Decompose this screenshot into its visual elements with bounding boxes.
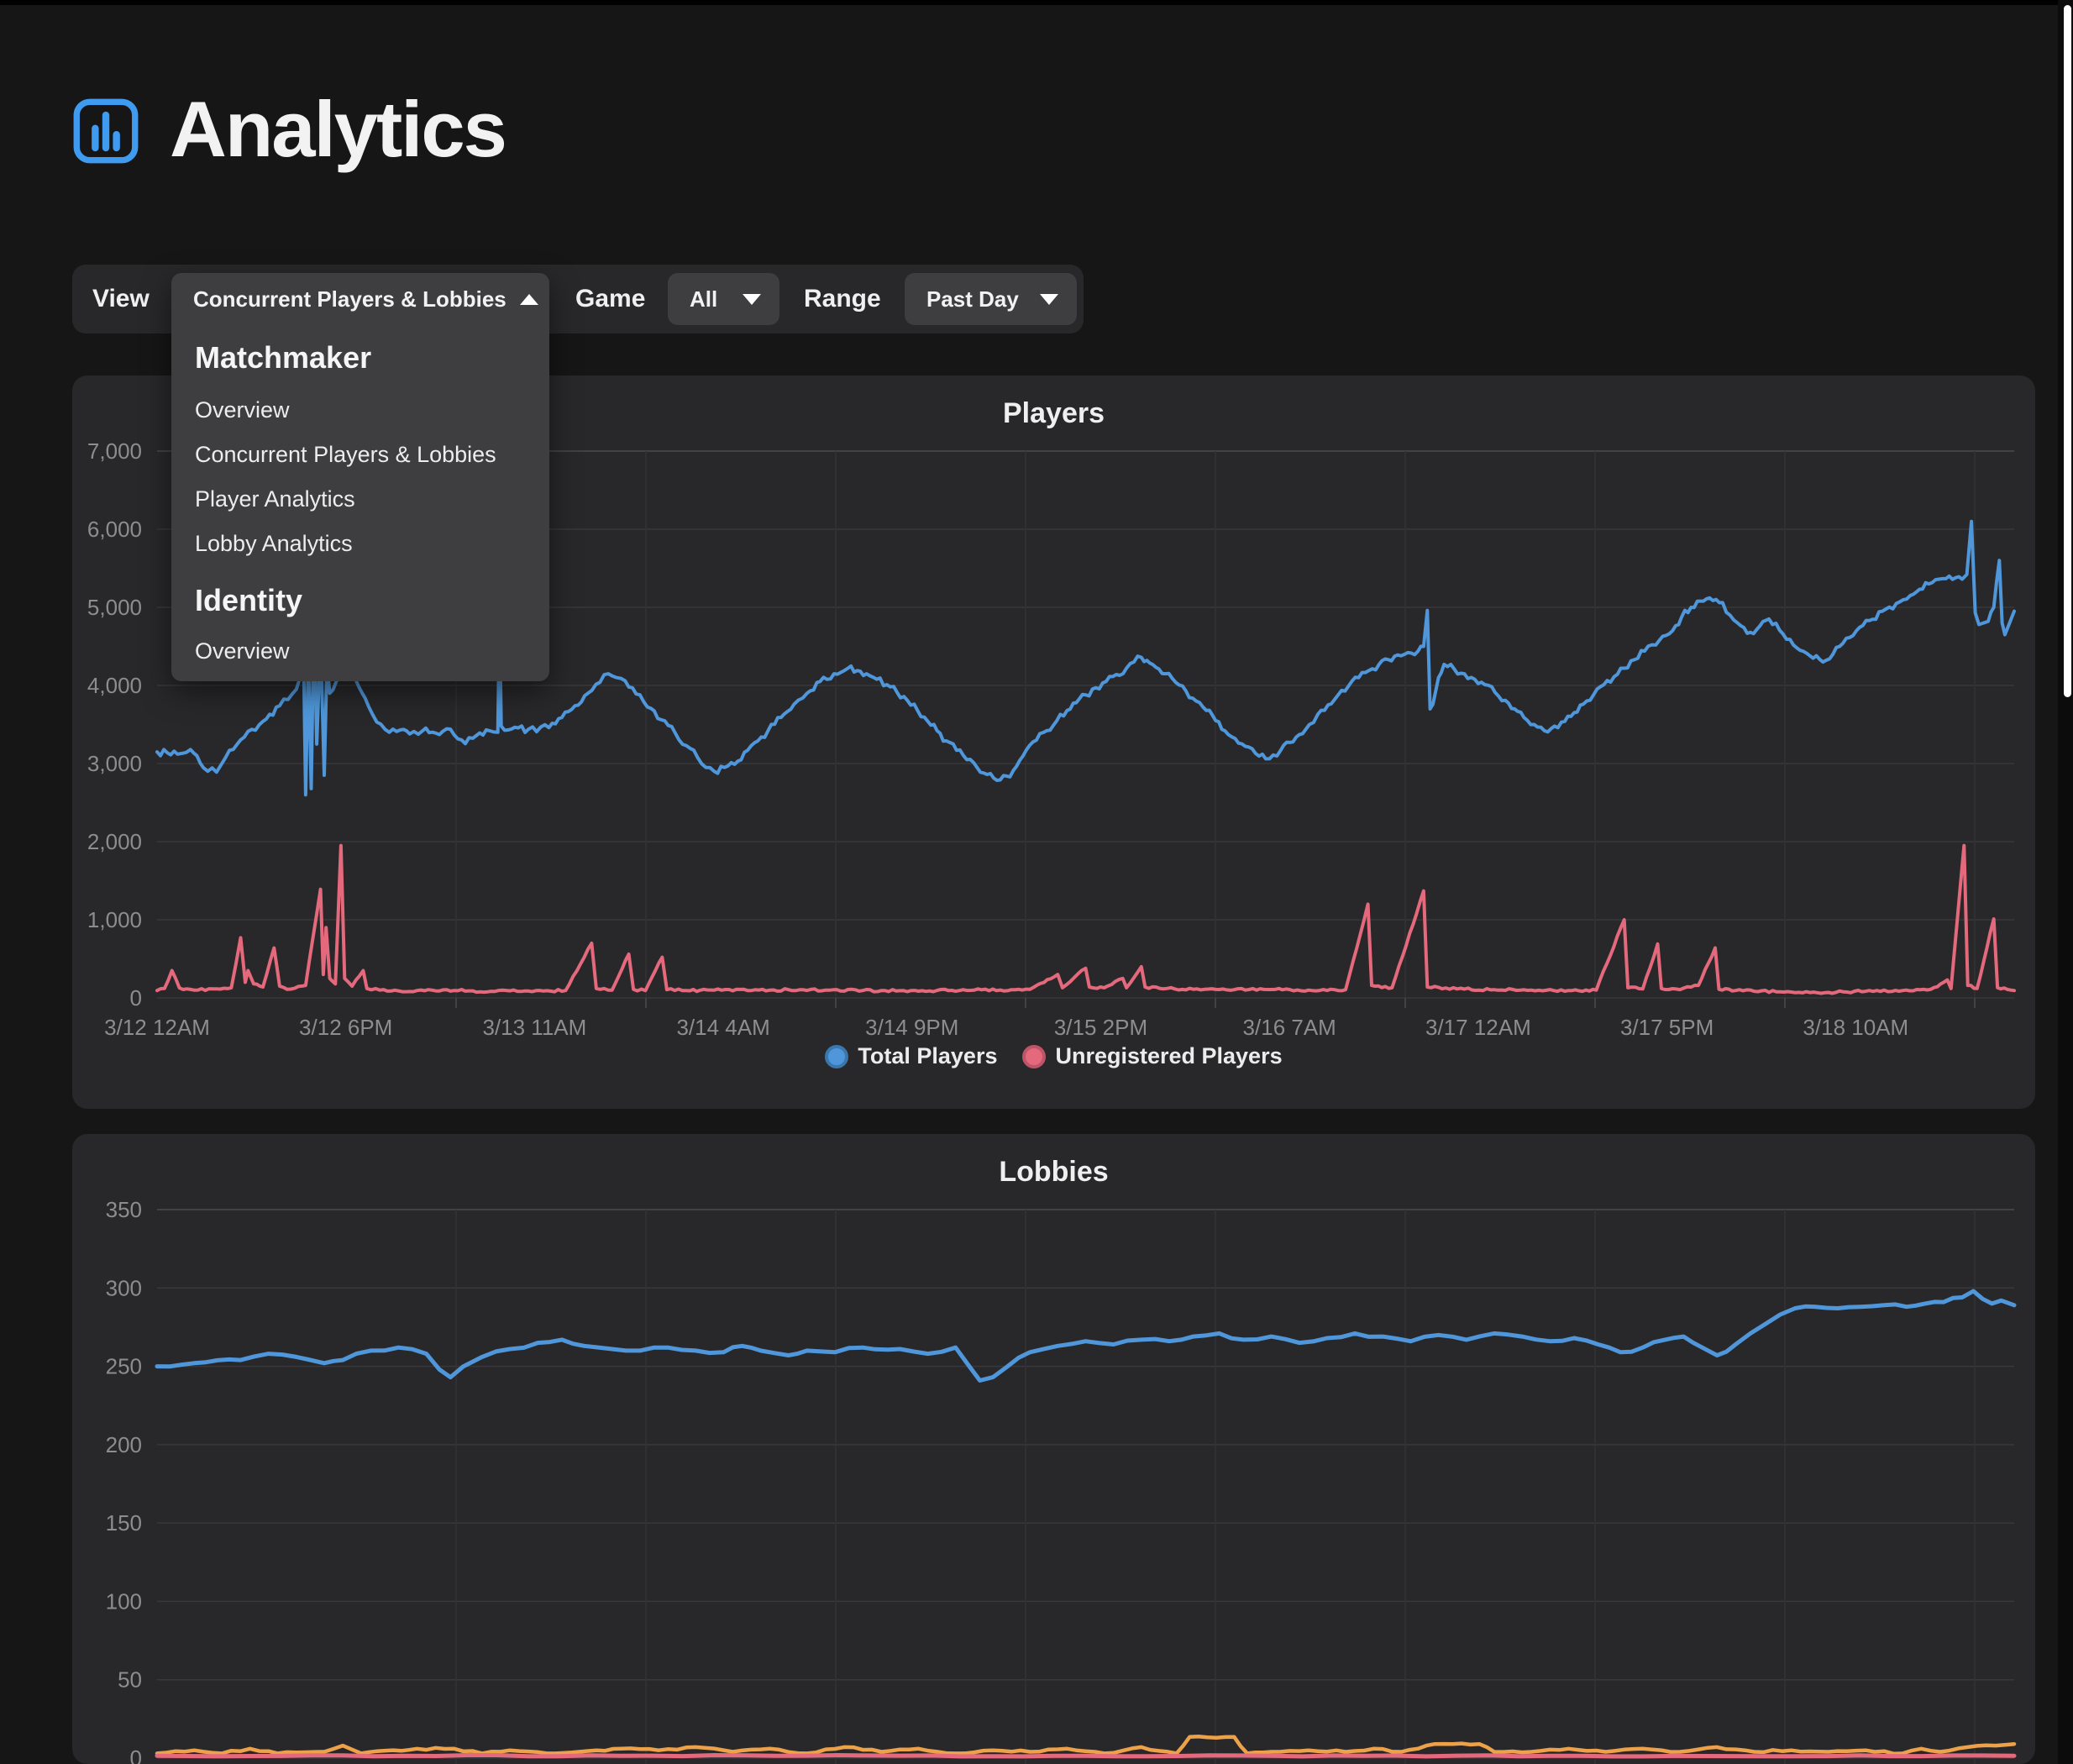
svg-text:3/13 11AM: 3/13 11AM [482,1015,586,1040]
svg-text:7,000: 7,000 [87,438,142,464]
svg-text:6,000: 6,000 [87,517,142,542]
svg-text:1,000: 1,000 [87,907,142,932]
svg-text:3/18 10AM: 3/18 10AM [1803,1015,1908,1040]
bar-chart-icon [72,97,139,165]
svg-text:2,000: 2,000 [87,829,142,854]
menu-section-identity: Identity [195,583,302,618]
menu-item-player-analytics[interactable]: Player Analytics [195,486,355,512]
svg-text:3/12 6PM: 3/12 6PM [299,1015,392,1040]
svg-text:3/16 7AM: 3/16 7AM [1243,1015,1336,1040]
game-select-value: All [690,286,717,312]
menu-item-lobby-analytics[interactable]: Lobby Analytics [195,531,353,557]
chevron-down-icon [743,294,761,305]
svg-text:3/12 12AM: 3/12 12AM [104,1015,210,1040]
page-title: Analytics [170,84,506,175]
scrollbar-thumb[interactable] [2064,5,2071,697]
svg-text:3/17 12AM: 3/17 12AM [1425,1015,1531,1040]
svg-text:300: 300 [106,1275,142,1300]
svg-text:150: 150 [106,1510,142,1536]
svg-text:4,000: 4,000 [87,673,142,698]
players-chart-legend: Total Players Unregistered Players [72,1043,2035,1069]
chevron-up-icon [520,294,538,305]
window-top-edge [0,0,2073,5]
svg-text:200: 200 [106,1432,142,1457]
svg-text:250: 250 [106,1354,142,1379]
legend-item-total-players[interactable]: Total Players [825,1043,997,1069]
menu-item-identity-overview[interactable]: Overview [195,638,290,664]
svg-text:3/14 4AM: 3/14 4AM [676,1015,769,1040]
chevron-down-icon [1040,294,1058,305]
view-label: View [92,265,150,333]
legend-label: Unregistered Players [1055,1043,1282,1069]
svg-text:50: 50 [118,1667,142,1693]
svg-text:3,000: 3,000 [87,751,142,776]
lobbies-chart-canvas: 0 50 100 150 200 250 300 350 [72,1134,2035,1764]
svg-text:0: 0 [130,1746,142,1764]
series-line-series-orange [157,1736,2014,1753]
series-line-series-blue [157,1291,2014,1380]
svg-text:350: 350 [106,1197,142,1222]
range-select[interactable]: Past Day [905,273,1077,325]
svg-text:0: 0 [130,985,142,1011]
svg-text:3/17 5PM: 3/17 5PM [1620,1015,1714,1040]
lobbies-chart-card: Lobbies 050100150200250300350 [72,1134,2035,1764]
game-select[interactable]: All [668,273,779,325]
legend-label: Total Players [858,1043,997,1069]
svg-text:100: 100 [106,1588,142,1614]
game-label: Game [575,265,645,333]
svg-text:3/14 9PM: 3/14 9PM [865,1015,958,1040]
menu-item-matchmaker-overview[interactable]: Overview [195,397,290,423]
svg-text:3/15 2PM: 3/15 2PM [1054,1015,1147,1040]
legend-dot-blue [825,1045,848,1068]
range-select-value: Past Day [926,286,1019,312]
svg-text:5,000: 5,000 [87,595,142,620]
view-select-menu: Concurrent Players & Lobbies Matchmaker … [171,273,549,681]
menu-item-concurrent-players-lobbies[interactable]: Concurrent Players & Lobbies [195,442,496,468]
range-label: Range [804,265,881,333]
view-select-value: Concurrent Players & Lobbies [193,286,506,312]
legend-dot-pink [1022,1045,1046,1068]
legend-item-unregistered-players[interactable]: Unregistered Players [1022,1043,1282,1069]
menu-section-matchmaker: Matchmaker [195,340,371,375]
view-select[interactable]: Concurrent Players & Lobbies [171,273,549,325]
